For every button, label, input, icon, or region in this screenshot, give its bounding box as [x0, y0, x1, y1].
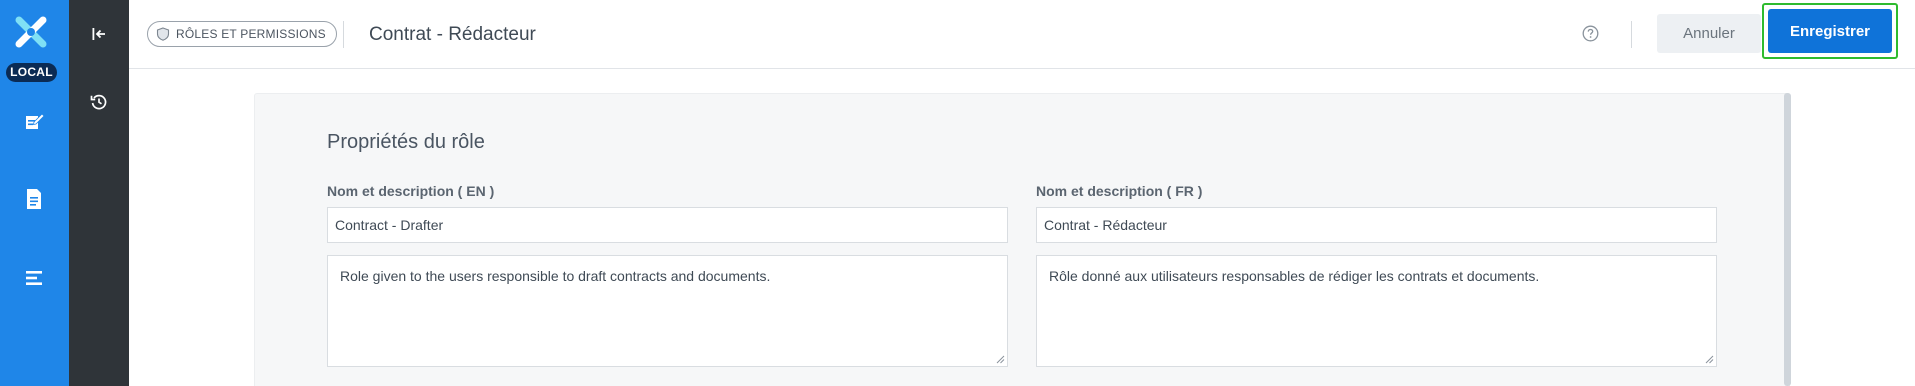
breadcrumb-roles-permissions[interactable]: RÔLES ET PERMISSIONS	[147, 21, 337, 47]
rail-item-document[interactable]	[19, 184, 49, 214]
save-button-highlight: Enregistrer	[1762, 3, 1898, 59]
cancel-button[interactable]: Annuler	[1657, 14, 1761, 53]
document-icon	[27, 189, 41, 209]
description-text-en: Role given to the users responsible to d…	[340, 268, 771, 284]
shield-icon	[156, 27, 170, 41]
role-properties-panel: Propriétés du rôle Nom et description ( …	[254, 93, 1790, 386]
history-button[interactable]	[84, 87, 114, 117]
help-button[interactable]	[1579, 22, 1601, 44]
description-text-fr: Rôle donné aux utilisateurs responsables…	[1049, 268, 1540, 284]
rail-item-edit-document[interactable]	[19, 106, 49, 136]
top-header: RÔLES ET PERMISSIONS Contrat - Rédacteur…	[129, 0, 1915, 69]
rail-item-list[interactable]	[19, 263, 49, 293]
description-textarea-fr[interactable]: Rôle donné aux utilisateurs responsables…	[1036, 255, 1717, 367]
collapse-left-icon	[92, 28, 105, 40]
header-divider	[343, 21, 344, 48]
field-label-en: Nom et description ( EN )	[327, 183, 495, 199]
panel-scrollbar[interactable]	[1784, 93, 1791, 386]
list-icon	[26, 271, 42, 285]
primary-sidebar: LOCAL	[0, 0, 69, 386]
edit-document-icon	[26, 113, 45, 129]
description-textarea-en[interactable]: Role given to the users responsible to d…	[327, 255, 1008, 367]
field-label-fr: Nom et description ( FR )	[1036, 183, 1203, 199]
breadcrumb-label: RÔLES ET PERMISSIONS	[176, 27, 326, 41]
secondary-sidebar	[69, 0, 129, 386]
page-title: Contrat - Rédacteur	[369, 24, 536, 45]
section-title: Propriétés du rôle	[327, 131, 485, 153]
save-button[interactable]: Enregistrer	[1768, 9, 1892, 53]
help-circle-icon	[1582, 25, 1598, 41]
name-input-fr[interactable]: Contrat - Rédacteur	[1036, 207, 1717, 243]
resize-handle-icon[interactable]	[1705, 355, 1714, 364]
app-logo-icon[interactable]	[15, 16, 47, 48]
environment-badge: LOCAL	[6, 63, 57, 82]
name-input-en[interactable]: Contract - Drafter	[327, 207, 1008, 243]
collapse-sidebar-button[interactable]	[84, 19, 114, 49]
header-divider-2	[1631, 21, 1632, 48]
history-icon	[90, 94, 107, 110]
resize-handle-icon[interactable]	[996, 355, 1005, 364]
